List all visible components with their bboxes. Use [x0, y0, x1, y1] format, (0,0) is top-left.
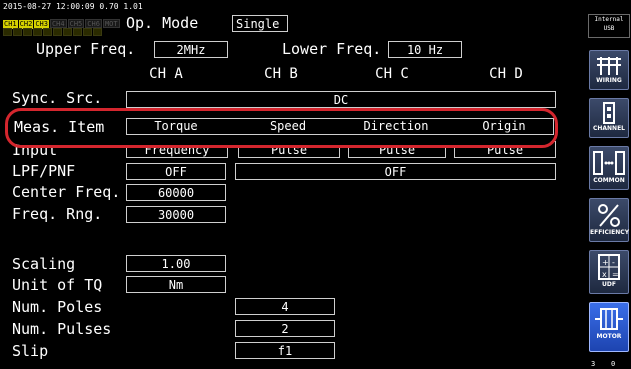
status-indicators [3, 21, 103, 40]
num-poles-label: Num. Poles [12, 298, 103, 316]
svg-text:x: x [602, 270, 607, 279]
sidebar-footer-right: 0 [611, 360, 616, 368]
sidebar-label-common: COMMON [593, 177, 625, 184]
slip-label: Slip [12, 342, 49, 360]
svg-text:+: + [602, 258, 609, 267]
version-text: 0.70 1.01 [99, 2, 143, 11]
storage-top-label: Internal [594, 16, 624, 23]
sync-src-label: Sync. Src. [12, 89, 103, 107]
channel-tab-mot[interactable]: MOT [102, 19, 120, 28]
indicator-icon [23, 28, 32, 36]
svg-text:-: - [612, 258, 615, 267]
center-freq-field[interactable]: 60000 [126, 184, 226, 201]
indicator-icon [73, 28, 82, 36]
lpf-pnf-label: LPF/PNF [12, 162, 76, 180]
lpf-pnf-field-ch-a[interactable]: OFF [126, 163, 226, 180]
sidebar-button-udf[interactable]: + - x = UDF [589, 250, 629, 294]
meas-item-field-ch-a[interactable]: Torque [126, 118, 226, 135]
sidebar-footer-left: 3 [591, 360, 596, 368]
datetime-text: 2015-08-27 12:00:09 [3, 2, 95, 11]
motor-icon [595, 308, 623, 330]
svg-text:=: = [612, 270, 619, 279]
upper-freq-label: Upper Freq. [36, 40, 136, 58]
sidebar-label-udf: UDF [602, 281, 616, 288]
storage-indicator[interactable]: Internal USB [588, 14, 630, 38]
op-mode-field[interactable]: Single [232, 15, 288, 32]
meas-item-values: Torque Speed Direction Origin [126, 118, 554, 135]
scaling-label: Scaling [12, 255, 76, 273]
sidebar-button-motor[interactable]: MOTOR [589, 302, 629, 352]
num-pulses-label: Num. Pulses [12, 320, 112, 338]
indicator-icon [43, 28, 52, 36]
meas-item-label: Meas. Item [14, 118, 105, 136]
meas-item-field-ch-c[interactable]: Direction [346, 118, 446, 135]
sidebar-button-efficiency[interactable]: EFFICIENCY [589, 198, 629, 242]
scaling-field[interactable]: 1.00 [126, 255, 226, 272]
sidebar-label-efficiency: EFFICIENCY [590, 229, 630, 236]
freq-rng-label: Freq. Rng. [12, 205, 103, 223]
sync-src-field[interactable]: DC [126, 91, 556, 108]
lpf-pnf-field-ch-bcd[interactable]: OFF [235, 163, 556, 180]
indicator-icon [13, 28, 22, 36]
column-header-ch-d: CH D [489, 66, 523, 82]
wiring-icon [597, 57, 621, 75]
num-poles-field[interactable]: 4 [235, 298, 335, 315]
column-header-ch-a: CH A [149, 66, 183, 82]
lower-freq-label: Lower Freq. [282, 40, 382, 58]
sidebar-button-wiring[interactable]: WIRING [589, 50, 629, 90]
common-icon [593, 151, 625, 175]
slip-field[interactable]: f1 [235, 342, 335, 359]
indicator-icon [63, 28, 72, 36]
sidebar-button-channel[interactable]: CHANNEL [589, 98, 629, 138]
column-header-ch-b: CH B [264, 66, 298, 82]
channel-icon [603, 102, 615, 124]
storage-bottom-label: USB [603, 25, 615, 32]
indicator-icon [33, 28, 42, 36]
freq-rng-field[interactable]: 30000 [126, 206, 226, 223]
upper-freq-field[interactable]: 2MHz [154, 41, 228, 58]
unit-tq-label: Unit of TQ [12, 276, 103, 294]
indicator-icon [3, 28, 12, 36]
meas-item-field-ch-b[interactable]: Speed [238, 118, 338, 135]
lower-freq-field[interactable]: 10 Hz [388, 41, 462, 58]
sidebar-label-wiring: WIRING [596, 77, 622, 84]
op-mode-label: Op. Mode [126, 14, 199, 32]
udf-icon: + - x = [598, 254, 620, 280]
column-header-ch-c: CH C [375, 66, 409, 82]
efficiency-icon [598, 204, 620, 227]
datetime-version: 2015-08-27 12:00:09 0.70 1.01 [3, 2, 143, 11]
meas-item-field-ch-d[interactable]: Origin [454, 118, 554, 135]
indicator-icon [53, 28, 62, 36]
unit-tq-field[interactable]: Nm [126, 276, 226, 293]
sidebar-button-common[interactable]: COMMON [589, 146, 629, 190]
indicator-icon [83, 28, 92, 36]
num-pulses-field[interactable]: 2 [235, 320, 335, 337]
sidebar-label-channel: CHANNEL [592, 125, 626, 132]
sidebar-label-motor: MOTOR [596, 333, 622, 340]
indicator-icon [93, 28, 102, 36]
center-freq-label: Center Freq. [12, 183, 121, 201]
